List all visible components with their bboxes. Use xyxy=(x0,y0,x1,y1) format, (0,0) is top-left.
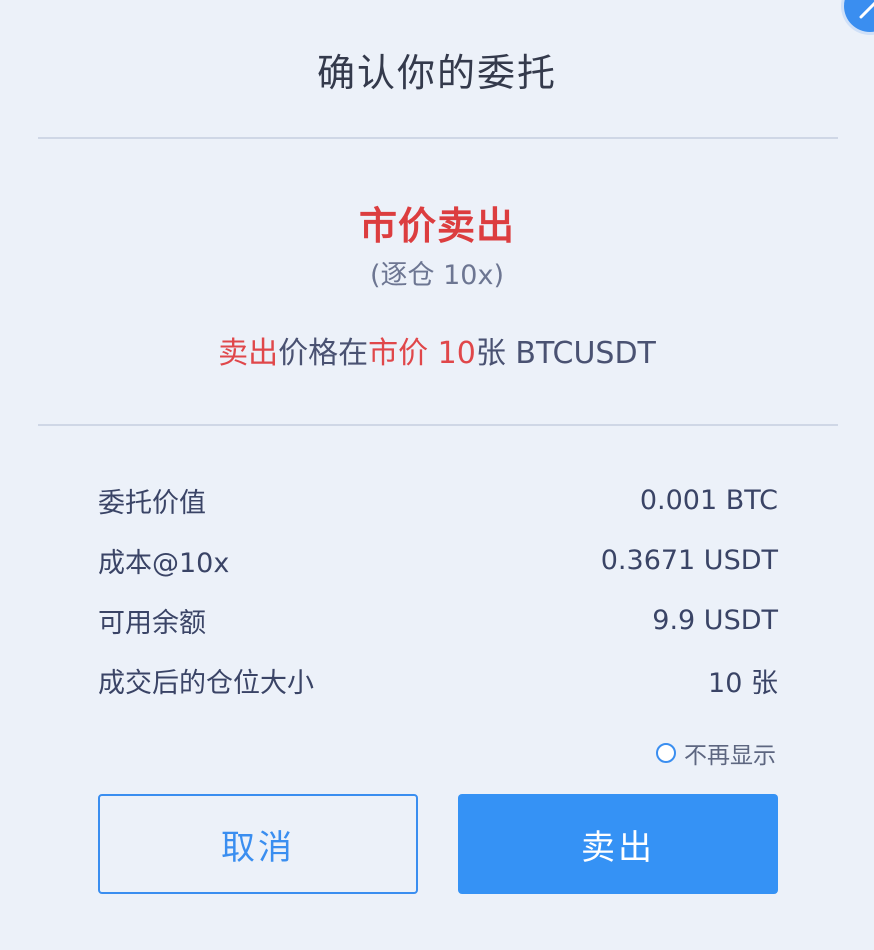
detail-label: 成交后的仓位大小 xyxy=(98,667,314,699)
order-type-heading: 市价卖出 xyxy=(358,204,515,248)
dialog-title: 确认你的委托 xyxy=(316,50,557,95)
detail-value: 9.9 USDT xyxy=(652,604,778,636)
margin-mode-label: (逐仓 10x) xyxy=(370,260,504,291)
detail-row-cost: 成本@10x 0.3671 USDT xyxy=(98,530,778,590)
dont-show-again-label: 不再显示 xyxy=(684,743,776,769)
detail-value: 0.001 BTC xyxy=(639,484,778,516)
summary-side: 卖出 xyxy=(218,336,279,371)
sell-button[interactable]: 卖出 xyxy=(458,794,778,894)
detail-label: 成本@10x xyxy=(98,547,230,579)
detail-label: 委托价值 xyxy=(98,487,206,519)
order-summary: 卖出价格在市价 10张 BTCUSDT xyxy=(0,328,874,372)
divider-middle xyxy=(38,424,838,426)
divider-top xyxy=(38,137,838,139)
detail-label: 可用余额 xyxy=(98,607,206,639)
detail-row-order-value: 委托价值 0.001 BTC xyxy=(98,470,778,530)
detail-row-available-balance: 可用余额 9.9 USDT xyxy=(98,590,778,650)
summary-text-2: 张 BTCUSDT xyxy=(475,336,656,371)
summary-price-type: 市价 xyxy=(368,336,429,371)
summary-text-1: 价格在 xyxy=(278,336,369,371)
detail-value: 10 张 xyxy=(708,667,778,699)
cancel-button[interactable]: 取消 xyxy=(98,794,418,894)
dont-show-again-option[interactable]: 不再显示 xyxy=(656,736,776,770)
summary-qty: 10 xyxy=(428,336,476,371)
dont-show-again-radio[interactable] xyxy=(656,743,676,763)
detail-row-position-size: 成交后的仓位大小 10 张 xyxy=(98,650,778,710)
detail-value: 0.3671 USDT xyxy=(600,544,778,576)
order-details: 委托价值 0.001 BTC 成本@10x 0.3671 USDT 可用余额 9… xyxy=(98,470,778,710)
